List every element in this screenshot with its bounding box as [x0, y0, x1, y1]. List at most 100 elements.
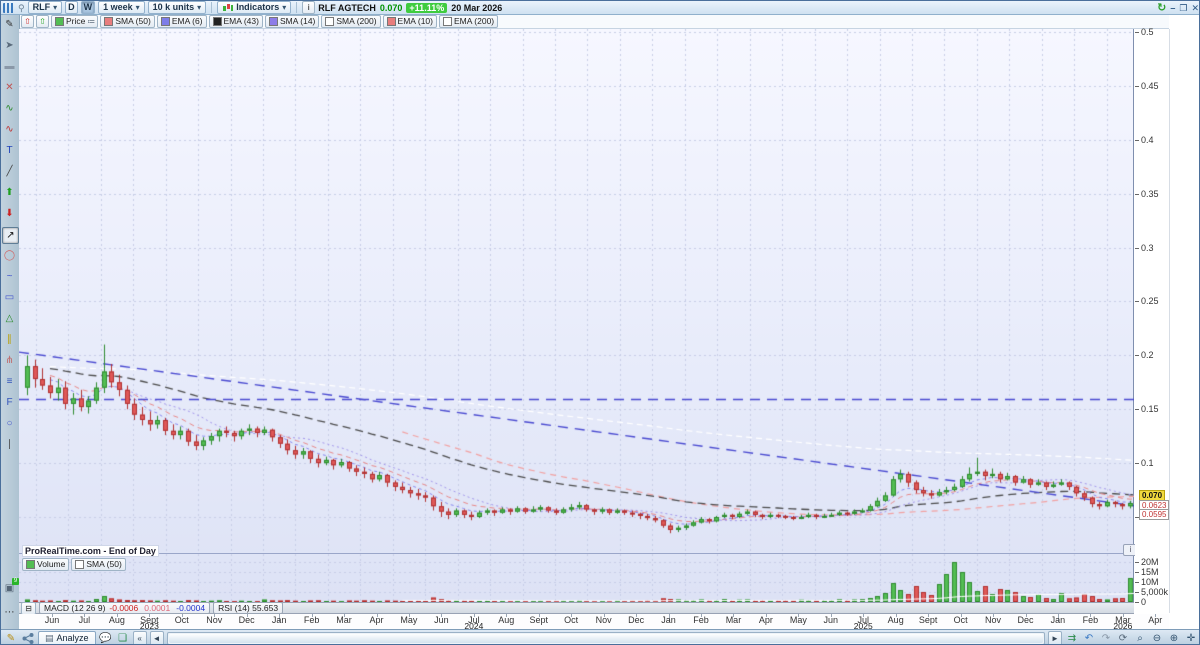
measure-tool[interactable]: ○ — [2, 416, 17, 431]
pattern-detect2-tool[interactable]: ∿ — [2, 122, 17, 137]
arrow-tool[interactable]: ↗ — [2, 227, 19, 244]
windows-icon[interactable]: ❏ — [116, 632, 130, 645]
scroll-left-button[interactable]: ◄ — [149, 630, 164, 644]
axis-tick-mark — [1135, 247, 1139, 249]
reload-history-icon[interactable]: ⟳ — [1116, 632, 1130, 645]
month-label: Aug — [498, 615, 515, 625]
date-range-icon[interactable]: ⇉ — [1065, 632, 1079, 645]
segment-tool[interactable]: ╱ — [2, 164, 17, 179]
refresh-icon[interactable]: ↻ — [1157, 2, 1166, 13]
fib-expansion-tool[interactable]: F — [2, 395, 17, 410]
sell-arrow-button[interactable]: ⇧ — [21, 15, 34, 28]
indicator-chips: SMA (50) EMA (6) EMA (43) SMA (14) SMA (200)… — [100, 15, 499, 28]
more-tools[interactable]: ⋯ — [2, 605, 17, 620]
cursor-tool[interactable]: ➤ — [2, 38, 17, 53]
arrow-down-tool[interactable]: ⬇ — [2, 206, 17, 221]
undo-icon[interactable]: ↶ — [1082, 632, 1096, 645]
minimize-button[interactable]: – — [1170, 3, 1175, 13]
redo-icon[interactable]: ↷ — [1099, 632, 1113, 645]
last-price: 0.070 — [379, 2, 403, 13]
window-controls: ↻ – ❐ ✕ — [1157, 2, 1199, 13]
pattern-detect-tool[interactable]: ∿ — [2, 101, 17, 116]
eraser-tool[interactable]: ▬ — [2, 59, 17, 74]
pane-layout-icon[interactable]: ⊟ — [21, 601, 36, 615]
indicators-button[interactable]: Indicators — [217, 1, 292, 14]
channel-tool[interactable]: ∥ — [2, 332, 17, 347]
draw-palette-icon[interactable]: ✎ — [4, 632, 18, 645]
triangle-tool[interactable]: △ — [2, 311, 17, 326]
time-axis[interactable]: Jun Jul Aug Sept 2023 Oct Nov Dec Jan Feb Mar Apr Ma… — [19, 614, 1169, 631]
indicator-chip-sma-14[interactable]: SMA (14) — [264, 15, 320, 28]
chart-area[interactable]: ProRealTime.com - End of Day Volume SMA … — [19, 29, 1138, 602]
month-label: Jun — [823, 615, 839, 625]
indicator-status-bar: ⊟ MACD (12 26 9) -0.0006 0.0001 -0.0004 RS… — [19, 601, 1134, 615]
macd-chip[interactable]: MACD (12 26 9) -0.0006 0.0001 -0.0004 — [39, 602, 211, 614]
fib-retracement-tool[interactable]: ≡ — [2, 374, 17, 389]
daily-button[interactable]: D — [65, 1, 78, 14]
volume-chip[interactable]: Volume — [22, 558, 70, 571]
tab-analyze[interactable]: ▤ Analyze — [38, 630, 96, 644]
weekly-button[interactable]: W — [80, 1, 96, 14]
zoom-in-icon[interactable]: ⊕ — [1167, 632, 1181, 645]
month-label: Feb — [693, 615, 709, 625]
workspace-key-icon[interactable]: ⚲ — [18, 3, 25, 13]
text-tool[interactable]: T — [2, 143, 17, 158]
indicator-chip-ema-10[interactable]: EMA (10) — [382, 15, 437, 28]
month-label: Apr — [1148, 615, 1163, 625]
indicator-chip-ema-43[interactable]: EMA (43) — [208, 15, 263, 28]
zoom-out-icon[interactable]: ⊖ — [1150, 632, 1164, 645]
list-icon: ≔ — [87, 17, 95, 26]
pan-icon[interactable]: ✛ — [1184, 632, 1198, 645]
indicator-chip-ema-200[interactable]: EMA (200) — [438, 15, 499, 28]
toolbar-separator — [296, 2, 298, 13]
indicator-swatch — [268, 17, 278, 26]
restore-button[interactable]: ❐ — [1179, 3, 1187, 13]
drawing-toolbar: ✎ ➤ ▬ ✕ ∿ ∿ T ╱ ⬆ ⬇ ↗ ◯ ~ ▭ △ ∥ ⋔ ≡ F ○ ∣ ▣ 9 ⋯ — [1, 15, 20, 629]
axis-tick-mark — [1135, 301, 1139, 303]
scroll-right-button[interactable]: ► — [1048, 630, 1062, 644]
alerts-tool[interactable]: ▣ 9 — [2, 578, 19, 596]
scrollbar-thumb[interactable] — [168, 633, 1043, 643]
pencil-tool[interactable]: ✎ — [2, 17, 17, 32]
volume-sma-chip[interactable]: SMA (50) — [71, 558, 126, 571]
month-label: Jul — [78, 615, 91, 625]
pitchfork-tool[interactable]: ⋔ — [2, 353, 17, 368]
price-tick-label: 0.25 — [1141, 296, 1159, 307]
symbol-button[interactable]: RLF — [27, 1, 63, 14]
timeframe-button[interactable]: 1 week — [98, 1, 145, 14]
share-icon[interactable] — [21, 632, 35, 645]
collapse-button[interactable]: « — [132, 630, 147, 644]
volume-sma-swatch — [75, 560, 85, 569]
price-chip[interactable]: Price ≔ — [51, 15, 99, 28]
indicator-swatch — [212, 17, 222, 26]
price-chart-canvas[interactable] — [19, 29, 1134, 602]
volume-tick-label: 20M — [1141, 557, 1159, 567]
month-label: Apr — [369, 615, 384, 625]
instrument-info-icon[interactable]: i — [302, 1, 316, 14]
indicator-chip-ema-6[interactable]: EMA (6) — [156, 15, 207, 28]
time-scrollbar[interactable] — [166, 631, 1045, 644]
indicator-chip-sma-50[interactable]: SMA (50) — [100, 15, 155, 28]
multi-line-tool[interactable]: ✕ — [2, 80, 17, 95]
arrow-up-tool[interactable]: ⬆ — [2, 185, 17, 200]
indicator-chip-sma-200[interactable]: SMA (200) — [321, 15, 381, 28]
rectangle-tool[interactable]: ▭ — [2, 290, 17, 305]
quote-date: 20 Mar 2026 — [451, 2, 503, 13]
chat-icon[interactable]: 💬 — [99, 632, 113, 645]
quote-strip: RLF AGTECH 0.070 +11.11% 20 Mar 2026 — [318, 2, 503, 13]
app-chart-icon[interactable] — [3, 2, 15, 13]
ellipse-tool[interactable]: ◯ — [2, 248, 17, 263]
curve-tool[interactable]: ~ — [2, 269, 17, 284]
month-label: Nov — [595, 615, 612, 625]
rsi-chip[interactable]: RSI (14) 55.653 — [213, 602, 284, 614]
price-axis[interactable]: 0.50.450.40.350.30.250.20.150.10.0520M15… — [1135, 27, 1199, 613]
close-button[interactable]: ✕ — [1191, 3, 1199, 13]
vertical-line-tool[interactable]: ∣ — [2, 437, 17, 452]
month-label: Aug — [887, 615, 904, 625]
zoom-fit-icon[interactable]: ⌕ — [1133, 632, 1147, 645]
month-label: Jan — [661, 615, 676, 625]
watermark: ProRealTime.com - End of Day — [22, 545, 159, 557]
units-button[interactable]: 10 k units — [147, 1, 207, 14]
axis-tick-mark — [1135, 592, 1139, 593]
buy-arrow-button[interactable]: ⇧ — [36, 15, 49, 28]
